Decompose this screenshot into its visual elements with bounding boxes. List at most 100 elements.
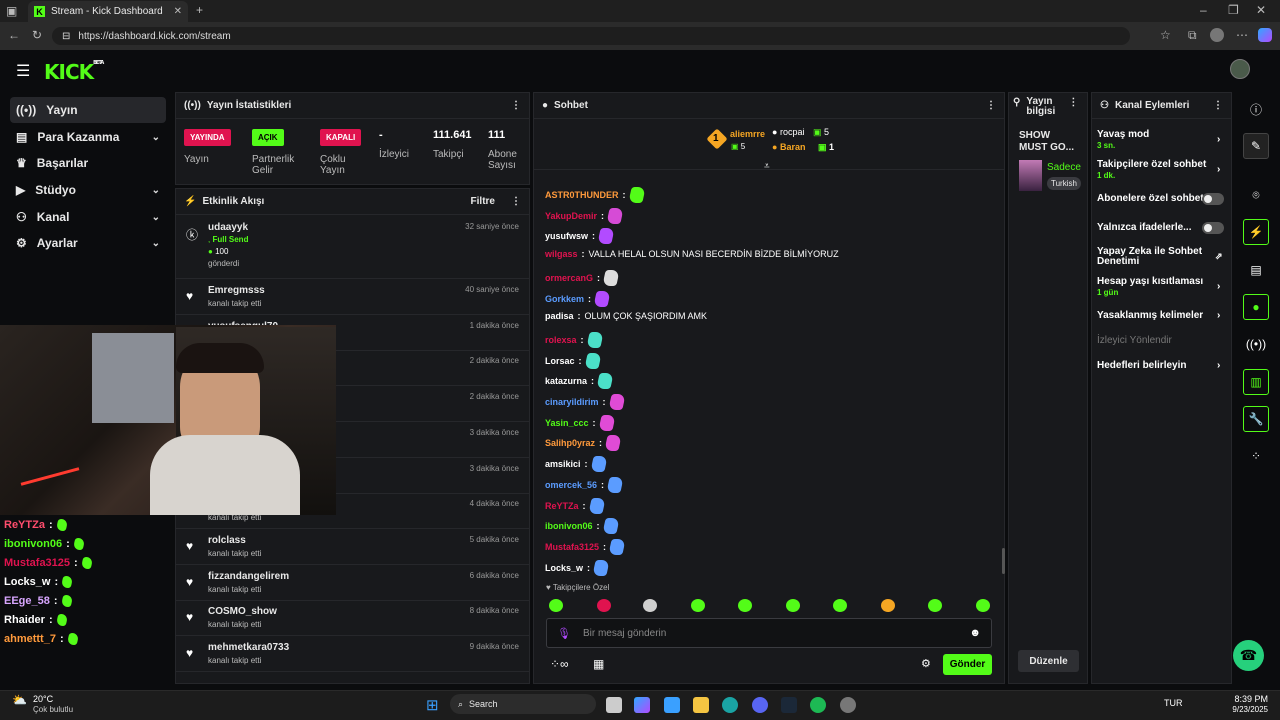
banned-words-row[interactable]: Yasaklanmış kelimeler › <box>1097 310 1220 321</box>
more-options-icon[interactable]: ⋮ <box>1213 100 1223 111</box>
back-icon[interactable]: ← <box>8 28 20 42</box>
clock-time[interactable]: 8:39 PM <box>1232 694 1268 704</box>
minimize-icon[interactable]: – <box>1200 3 1207 17</box>
top-gifter-name[interactable]: Baran <box>780 142 806 152</box>
discord-icon[interactable] <box>752 697 768 713</box>
user-avatar[interactable] <box>1230 59 1250 79</box>
goals-row[interactable]: Hedefleri belirleyin › <box>1097 360 1220 371</box>
emote-icon[interactable] <box>786 599 800 612</box>
edit-button[interactable]: Düzenle <box>1018 650 1079 672</box>
chat-username[interactable]: ReYTZa <box>545 501 579 511</box>
top-gifter-name[interactable]: rocpai <box>780 127 805 137</box>
wrench-icon[interactable]: 🔧 <box>1243 406 1269 432</box>
chat-username[interactable]: Salihp0yraz <box>545 438 595 448</box>
chat-username[interactable]: omercek_56 <box>545 480 597 490</box>
lightning-icon[interactable]: ⚡ <box>1243 219 1269 245</box>
close-window-icon[interactable]: ✕ <box>1256 3 1266 17</box>
more-options-icon[interactable]: ⋮ <box>1068 97 1078 117</box>
chat-username[interactable]: Lorsac <box>545 356 575 366</box>
emote-icon[interactable] <box>643 599 657 612</box>
emote-icon[interactable] <box>738 599 752 612</box>
weather-icon[interactable]: ⛅ <box>12 693 27 707</box>
chat-icon[interactable]: ● <box>1243 294 1269 320</box>
chat-username[interactable]: amsikici <box>545 459 581 469</box>
chat-username[interactable]: wilgass <box>545 249 578 259</box>
nav-item-kanal[interactable]: ⚇ Kanal ⌄ <box>10 204 166 230</box>
more-options-icon[interactable]: ⋮ <box>511 100 521 111</box>
more-icon[interactable]: ⋯ <box>1236 28 1248 42</box>
emote-only-toggle[interactable] <box>1202 222 1224 234</box>
chat-username[interactable]: yusufwsw <box>545 231 588 241</box>
chat-username[interactable]: ibonivon06 <box>545 521 593 531</box>
menu-icon[interactable]: ☰ <box>16 61 30 81</box>
support-icon[interactable]: ☎ <box>1233 640 1264 671</box>
profile-avatar[interactable] <box>1210 28 1224 42</box>
copilot-icon[interactable] <box>634 697 650 713</box>
emoji-picker-icon[interactable]: ☻ <box>969 627 981 639</box>
category-thumbnail[interactable] <box>1019 160 1042 191</box>
emote-icon[interactable] <box>691 599 705 612</box>
chat-username[interactable]: katazurna <box>545 376 587 386</box>
emote-icon[interactable] <box>928 599 942 612</box>
nav-item-studyo[interactable]: ▶ Stüdyo ⌄ <box>10 177 166 203</box>
site-info-icon[interactable]: ⊟ <box>62 31 70 42</box>
more-options-icon[interactable]: ⋮ <box>986 100 996 111</box>
kick-logo[interactable]: KICKBETA <box>44 60 104 84</box>
nav-item-basarilar[interactable]: ♛ Başarılar <box>10 150 166 176</box>
browser-tab[interactable]: K Stream - Kick Dashboard ✕ <box>28 1 188 22</box>
steam-icon[interactable] <box>781 697 797 713</box>
edge-icon[interactable] <box>722 697 738 713</box>
url-input[interactable]: ⊟ https://dashboard.kick.com/stream <box>52 27 1130 45</box>
tab-actions-icon[interactable]: ▣ <box>6 4 17 18</box>
refresh-icon[interactable]: ↻ <box>32 28 42 42</box>
points-icon[interactable]: ⁘∞ <box>550 657 569 671</box>
emote-icon[interactable] <box>833 599 847 612</box>
emote-icon[interactable] <box>549 599 563 612</box>
more-options-icon[interactable]: ⋮ <box>511 196 521 207</box>
send-button[interactable]: Gönder <box>943 654 992 675</box>
emote-icon[interactable] <box>976 599 990 612</box>
store-icon[interactable]: ▦ <box>593 657 604 671</box>
nav-item-yayin[interactable]: ((•)) Yayın <box>10 97 166 123</box>
nav-item-para-kazanma[interactable]: ▤ Para Kazanma ⌄ <box>10 124 166 150</box>
chat-input[interactable]: 🎙 Bir mesaj gönderin ☻ <box>546 618 992 648</box>
category-name[interactable]: Sadece <box>1047 162 1081 173</box>
ai-moderation-row[interactable]: Yapay Zeka ile Sohbet Denetimi ⇗ <box>1097 247 1223 267</box>
store-icon[interactable] <box>664 697 680 713</box>
close-tab-icon[interactable]: ✕ <box>174 6 182 17</box>
emote-icon[interactable] <box>597 599 611 612</box>
new-tab-icon[interactable]: + <box>196 3 203 17</box>
notes-icon[interactable]: ▤ <box>1243 257 1269 283</box>
clock-date[interactable]: 9/23/2025 <box>1222 705 1268 714</box>
windows-start-icon[interactable]: ⊞ <box>426 696 439 714</box>
spotify-icon[interactable] <box>810 697 826 713</box>
chat-username[interactable]: padisa <box>545 311 574 321</box>
chat-username[interactable]: ormercanG <box>545 273 593 283</box>
chat-username[interactable]: YakupDemir <box>545 211 597 221</box>
nav-item-ayarlar[interactable]: ⚙ Ayarlar ⌄ <box>10 230 166 256</box>
app-icon[interactable] <box>840 697 856 713</box>
filter-button[interactable]: Filtre <box>471 196 495 207</box>
chat-username[interactable]: Yasin_ccc <box>545 418 589 428</box>
file-explorer-icon[interactable] <box>693 697 709 713</box>
chat-username[interactable]: Gorkkem <box>545 294 584 304</box>
account-age-row[interactable]: Hesap yaşı kısıtlaması 1 gün › <box>1097 276 1220 297</box>
chat-username[interactable]: cinaryildirim <box>545 397 599 407</box>
chat-scrollbar[interactable] <box>1002 548 1005 574</box>
microphone-icon[interactable]: 🎙 <box>557 627 571 640</box>
edit-icon[interactable]: ✎ <box>1243 133 1269 159</box>
favorite-icon[interactable]: ☆ <box>1160 28 1171 42</box>
broadcast-icon[interactable]: ((•)) <box>1243 331 1269 357</box>
task-view-icon[interactable] <box>606 697 622 713</box>
subscriber-only-toggle[interactable] <box>1202 193 1224 205</box>
emote-icon[interactable] <box>881 599 895 612</box>
language-indicator[interactable]: TUR <box>1164 698 1183 708</box>
chat-username[interactable]: Locks_w <box>545 563 583 573</box>
apps-icon[interactable]: ⁘ <box>1243 443 1269 469</box>
collections-icon[interactable]: ⧉ <box>1188 28 1197 43</box>
copilot-icon[interactable] <box>1258 28 1272 42</box>
chat-settings-icon[interactable]: ⚙ <box>921 657 931 670</box>
chat-username[interactable]: ASTR0THUNDER <box>545 190 619 200</box>
chat-username[interactable]: Mustafa3125 <box>545 542 599 552</box>
info-icon[interactable]: ⓘ <box>1243 96 1269 122</box>
